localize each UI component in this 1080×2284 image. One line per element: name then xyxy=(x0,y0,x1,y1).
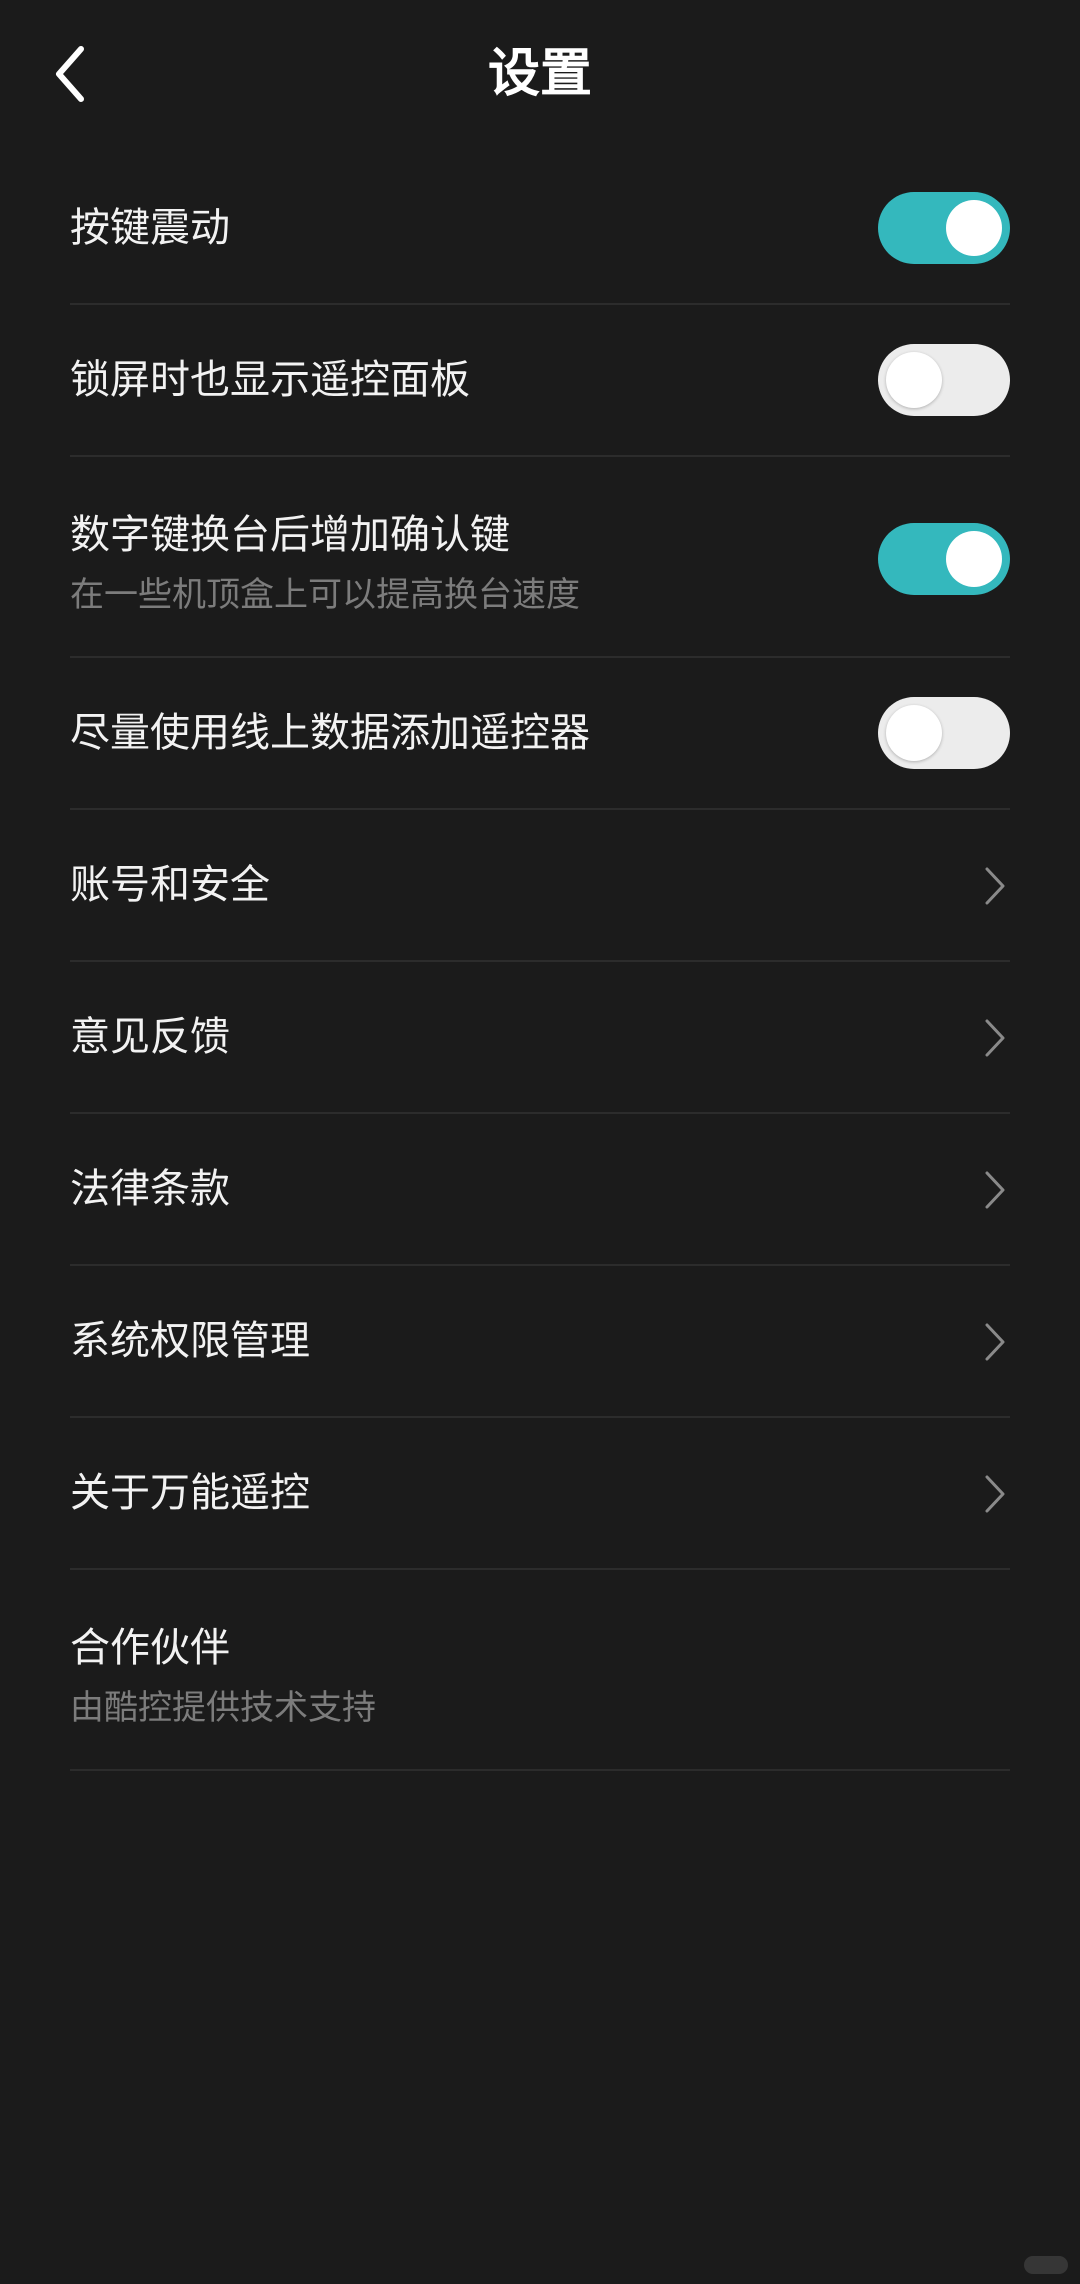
watermark-badge xyxy=(1024,2256,1068,2274)
toggle-knob xyxy=(946,200,1002,256)
chevron-right-icon xyxy=(985,1323,1005,1361)
confirm-key-toggle[interactable] xyxy=(878,523,1010,595)
menu-item-account-security[interactable]: 账号和安全 xyxy=(70,810,1010,962)
setting-lockscreen-panel: 锁屏时也显示遥控面板 xyxy=(70,305,1010,457)
toggle-knob xyxy=(886,705,942,761)
setting-online-data: 尽量使用线上数据添加遥控器 xyxy=(70,658,1010,810)
menu-item-feedback[interactable]: 意见反馈 xyxy=(70,962,1010,1114)
chevron-right-icon xyxy=(985,1019,1005,1057)
partner-subtitle: 由酷控提供技术支持 xyxy=(70,1688,376,1728)
lockscreen-panel-toggle[interactable] xyxy=(878,344,1010,416)
settings-list: 按键震动 锁屏时也显示遥控面板 数字键换台后增加确认键 在一些机顶盒上可以提高换… xyxy=(70,153,1010,1771)
partner-label: 合作伙伴 xyxy=(70,1625,230,1671)
chevron-right-icon xyxy=(985,867,1005,905)
key-vibration-toggle[interactable] xyxy=(878,192,1010,264)
top-bar: 设置 xyxy=(0,0,1080,150)
menu-item-about[interactable]: 关于万能遥控 xyxy=(70,1418,1010,1570)
setting-label: 锁屏时也显示遥控面板 xyxy=(70,357,470,403)
page-title: 设置 xyxy=(487,44,592,104)
setting-label: 按键震动 xyxy=(70,205,230,251)
online-data-toggle[interactable] xyxy=(878,697,1010,769)
menu-item-label: 意见反馈 xyxy=(70,1014,230,1060)
toggle-knob xyxy=(946,531,1002,587)
chevron-right-icon xyxy=(985,1475,1005,1513)
setting-key-vibration: 按键震动 xyxy=(70,153,1010,305)
menu-item-permissions[interactable]: 系统权限管理 xyxy=(70,1266,1010,1418)
setting-confirm-key: 数字键换台后增加确认键 在一些机顶盒上可以提高换台速度 xyxy=(70,457,1010,658)
menu-item-legal[interactable]: 法律条款 xyxy=(70,1114,1010,1266)
menu-item-label: 系统权限管理 xyxy=(70,1318,310,1364)
partner-info: 合作伙伴 由酷控提供技术支持 xyxy=(70,1570,1010,1771)
setting-subtitle: 在一些机顶盒上可以提高换台速度 xyxy=(70,575,580,615)
menu-item-label: 法律条款 xyxy=(70,1166,230,1212)
chevron-right-icon xyxy=(985,1171,1005,1209)
setting-label: 尽量使用线上数据添加遥控器 xyxy=(70,710,590,756)
setting-label: 数字键换台后增加确认键 xyxy=(70,512,510,558)
menu-item-label: 关于万能遥控 xyxy=(70,1470,310,1516)
menu-item-label: 账号和安全 xyxy=(70,862,270,908)
toggle-knob xyxy=(886,352,942,408)
